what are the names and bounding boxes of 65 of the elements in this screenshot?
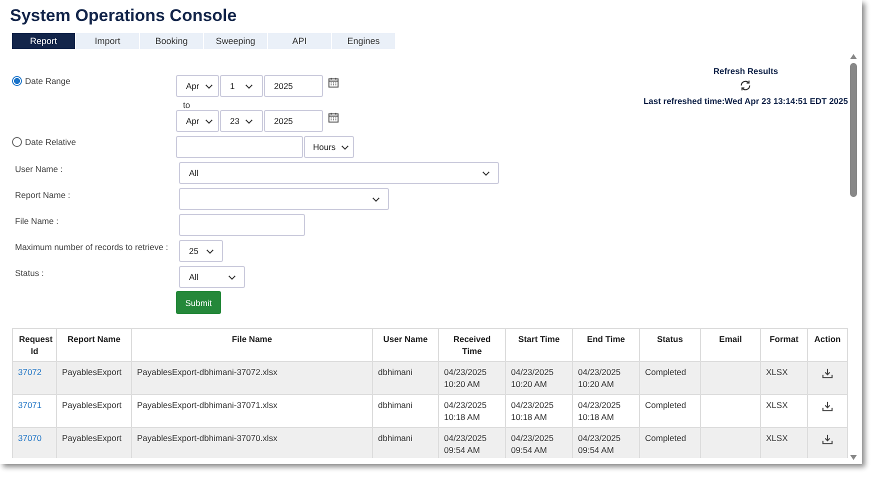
page-title: System Operations Console bbox=[10, 6, 238, 27]
year-field[interactable]: 2025 bbox=[264, 75, 323, 97]
year-field[interactable]: 2025 bbox=[264, 110, 323, 132]
radio-button[interactable] bbox=[12, 76, 22, 86]
table-cell: 04/23/2025 10:20 AM bbox=[506, 362, 572, 394]
submit-button[interactable]: Submit bbox=[176, 291, 221, 314]
request-id-link[interactable]: 37070 bbox=[18, 433, 42, 443]
unit-select[interactable]: Hours bbox=[304, 136, 354, 158]
scroll-down-icon[interactable] bbox=[850, 455, 856, 460]
input-field[interactable] bbox=[176, 136, 303, 158]
chevron-down-icon bbox=[245, 84, 253, 88]
table-cell: XLSX bbox=[760, 362, 808, 394]
table-cell: PayablesExport-dbhimani-37072.xlsx bbox=[132, 362, 372, 394]
table-cell: 04/23/2025 10:20 AM bbox=[572, 362, 640, 394]
refresh-label: Refresh Results bbox=[713, 66, 778, 76]
chevron-down-icon bbox=[482, 170, 490, 176]
chevron-down-icon bbox=[341, 144, 349, 150]
table-cell: PayablesExport bbox=[56, 362, 132, 394]
chevron-down-icon bbox=[228, 274, 236, 280]
request-id-link[interactable]: 37071 bbox=[18, 400, 42, 410]
field-label: Maximum number of records to retrieve : bbox=[14, 241, 170, 252]
tab[interactable]: Import bbox=[76, 33, 139, 49]
tab[interactable]: API bbox=[268, 33, 331, 49]
column-header: File Name bbox=[132, 328, 372, 362]
field-label: File Name : bbox=[14, 215, 60, 226]
table-cell: Completed bbox=[640, 362, 700, 394]
tab[interactable]: Engines bbox=[332, 33, 395, 49]
field-label: Date Range bbox=[25, 76, 70, 86]
request-id-link[interactable]: 37072 bbox=[18, 367, 42, 377]
table-cell: dbhimani bbox=[372, 362, 438, 394]
download-icon[interactable] bbox=[822, 368, 833, 379]
download-icon[interactable] bbox=[822, 434, 833, 445]
field-label: User Name : bbox=[14, 163, 64, 174]
day-select[interactable]: 23 bbox=[220, 110, 263, 132]
scrollbar-thumb[interactable] bbox=[850, 63, 856, 197]
month-select[interactable]: Apr bbox=[176, 75, 219, 97]
tab[interactable]: Booking bbox=[140, 33, 203, 49]
month-select[interactable]: Apr bbox=[176, 110, 219, 132]
select-field[interactable]: 25 bbox=[179, 240, 223, 262]
input-field[interactable] bbox=[179, 214, 305, 236]
chevron-down-icon bbox=[372, 196, 380, 202]
tab[interactable]: Sweeping bbox=[204, 33, 267, 49]
chevron-down-icon bbox=[205, 84, 213, 88]
calendar-icon[interactable] bbox=[328, 77, 339, 88]
table-cell: 04/23/2025 10:20 AM bbox=[438, 362, 506, 394]
select-field[interactable] bbox=[179, 188, 389, 210]
to-label: to bbox=[182, 99, 192, 110]
scroll-up-icon[interactable] bbox=[850, 54, 856, 59]
day-select[interactable]: 1 bbox=[220, 75, 263, 97]
chevron-down-icon bbox=[245, 118, 253, 124]
radio-button[interactable] bbox=[12, 137, 22, 147]
column-header: Request Id bbox=[12, 328, 56, 362]
refresh-icon[interactable] bbox=[739, 79, 752, 92]
field-label: Date Relative bbox=[25, 137, 76, 147]
tab[interactable]: Report bbox=[12, 33, 75, 49]
select-field[interactable]: All bbox=[179, 266, 245, 288]
chevron-down-icon bbox=[206, 248, 214, 254]
calendar-icon[interactable] bbox=[328, 112, 339, 123]
table-cell bbox=[700, 362, 760, 394]
field-label: Status : bbox=[14, 267, 45, 278]
field-label: Report Name : bbox=[14, 189, 72, 200]
download-icon[interactable] bbox=[822, 401, 833, 412]
last-refreshed-time: Last refreshed time:Wed Apr 23 13:14:51 EDT 2025 bbox=[643, 96, 848, 106]
select-field[interactable]: All bbox=[179, 162, 499, 184]
chevron-down-icon bbox=[205, 118, 213, 124]
